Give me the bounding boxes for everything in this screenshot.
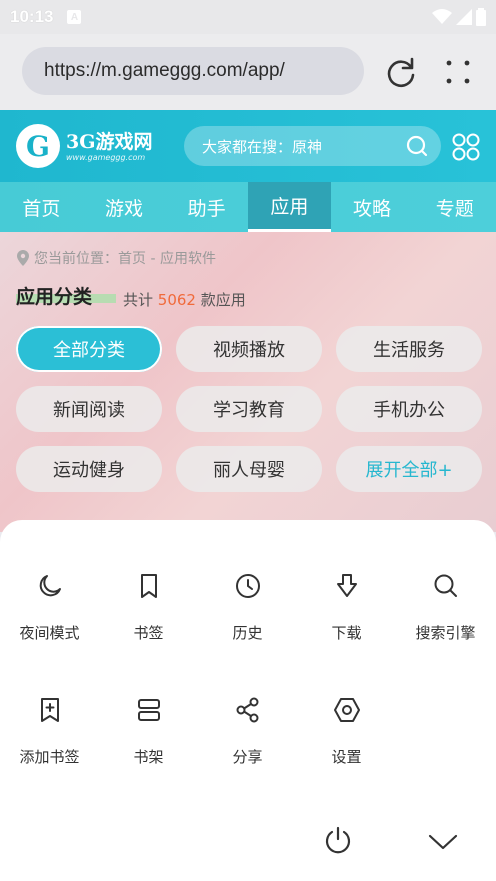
chip-education[interactable]: 学习教育 — [176, 386, 322, 432]
count-prefix: 共计 — [123, 291, 154, 309]
menu-bookshelf[interactable]: 书架 — [99, 696, 198, 776]
notification-badge-icon: A — [67, 10, 82, 24]
chip-news[interactable]: 新闻阅读 — [16, 386, 162, 432]
count-suffix: 款应用 — [200, 291, 246, 309]
clock-icon — [235, 574, 260, 598]
more-menu-icon[interactable] — [441, 55, 475, 89]
menu-add-bookmark[interactable]: 添加书签 — [0, 696, 99, 776]
tab-games[interactable]: 游戏 — [83, 182, 166, 232]
category-section: 您当前位置：首页 - 应用软件 应用分类 共计 5062 款应用 全部分类 视频… — [0, 232, 496, 532]
share-icon — [236, 697, 258, 723]
tab-assistant[interactable]: 助手 — [165, 182, 248, 232]
menu-share[interactable]: 分享 — [198, 696, 297, 776]
breadcrumb: 您当前位置：首页 - 应用软件 — [16, 248, 216, 268]
signal-icon — [456, 9, 472, 25]
browser-menu-sheet: 夜间模式 书签 历史 下载 搜索引擎 添加书签 书架 分享 设置 — [0, 520, 496, 881]
chip-video[interactable]: 视频播放 — [176, 326, 322, 372]
menu-label: 书签 — [133, 624, 164, 642]
chip-maternity[interactable]: 丽人母婴 — [176, 446, 322, 492]
bookshelf-icon — [137, 699, 160, 721]
menu-label: 下载 — [331, 624, 362, 642]
settings-icon — [333, 698, 360, 722]
site-logo[interactable]: G 3G游戏网 www.gameggg.com — [16, 124, 176, 168]
chip-office[interactable]: 手机办公 — [336, 386, 482, 432]
reload-icon[interactable] — [383, 55, 419, 91]
moon-icon — [39, 575, 61, 597]
menu-settings[interactable]: 设置 — [297, 696, 396, 776]
menu-label: 夜间模式 — [19, 624, 80, 642]
menu-label: 设置 — [331, 748, 362, 766]
status-bar: 10:13 A — [0, 0, 496, 34]
menu-downloads[interactable]: 下载 — [297, 572, 396, 652]
menu-label: 搜索引擎 — [415, 624, 476, 642]
logo-g-icon: G — [16, 124, 60, 168]
count-value: 5062 — [157, 291, 196, 309]
logo-text: 3G游戏网 — [66, 130, 153, 153]
chip-all[interactable]: 全部分类 — [16, 326, 162, 372]
nav-tabs: 首页 游戏 助手 应用 攻略 专题 — [0, 182, 496, 232]
wifi-icon — [432, 9, 452, 24]
search-icon — [434, 574, 457, 597]
breadcrumb-text: 您当前位置：首页 - 应用软件 — [34, 251, 216, 267]
app-count: 共计 5062 款应用 — [123, 289, 246, 310]
browser-toolbar: https://m.gameggg.com/app/ — [0, 34, 496, 110]
category-grid-icon[interactable] — [451, 132, 481, 162]
page-title: 应用分类 — [16, 286, 93, 308]
add-bookmark-icon — [40, 698, 59, 722]
menu-label: 添加书签 — [19, 748, 80, 766]
menu-label: 书架 — [133, 748, 164, 766]
menu-history[interactable]: 历史 — [198, 572, 297, 652]
search-icon[interactable] — [405, 134, 429, 158]
bookmark-icon — [140, 574, 157, 598]
site-header: G 3G游戏网 www.gameggg.com 大家都在搜：原神 — [0, 110, 496, 182]
status-time: 10:13 — [10, 7, 54, 26]
menu-search-engine[interactable]: 搜索引擎 — [396, 572, 495, 652]
tab-guides[interactable]: 攻略 — [331, 182, 414, 232]
logo-subtext: www.gameggg.com — [66, 152, 146, 162]
search-placeholder: 大家都在搜：原神 — [202, 137, 323, 156]
location-pin-icon — [17, 250, 29, 266]
chip-expand-all[interactable]: 展开全部+ — [336, 446, 482, 492]
url-field[interactable]: https://m.gameggg.com/app/ — [22, 47, 364, 95]
site-search-input[interactable]: 大家都在搜：原神 — [184, 126, 441, 166]
download-icon — [336, 574, 357, 597]
category-chips: 全部分类 视频播放 生活服务 新闻阅读 学习教育 手机办公 运动健身 丽人母婴 … — [16, 326, 482, 492]
menu-bookmarks[interactable]: 书签 — [99, 572, 198, 652]
chevron-down-icon[interactable] — [427, 826, 459, 858]
battery-icon — [476, 8, 486, 26]
tab-home[interactable]: 首页 — [0, 182, 83, 232]
power-icon[interactable] — [322, 824, 354, 856]
status-icons — [432, 8, 486, 26]
tab-apps[interactable]: 应用 — [248, 182, 331, 232]
menu-label: 分享 — [232, 748, 263, 766]
chip-sports[interactable]: 运动健身 — [16, 446, 162, 492]
chip-life[interactable]: 生活服务 — [336, 326, 482, 372]
menu-label: 历史 — [232, 624, 263, 642]
tab-topics[interactable]: 专题 — [413, 182, 496, 232]
menu-night-mode[interactable]: 夜间模式 — [0, 572, 99, 652]
